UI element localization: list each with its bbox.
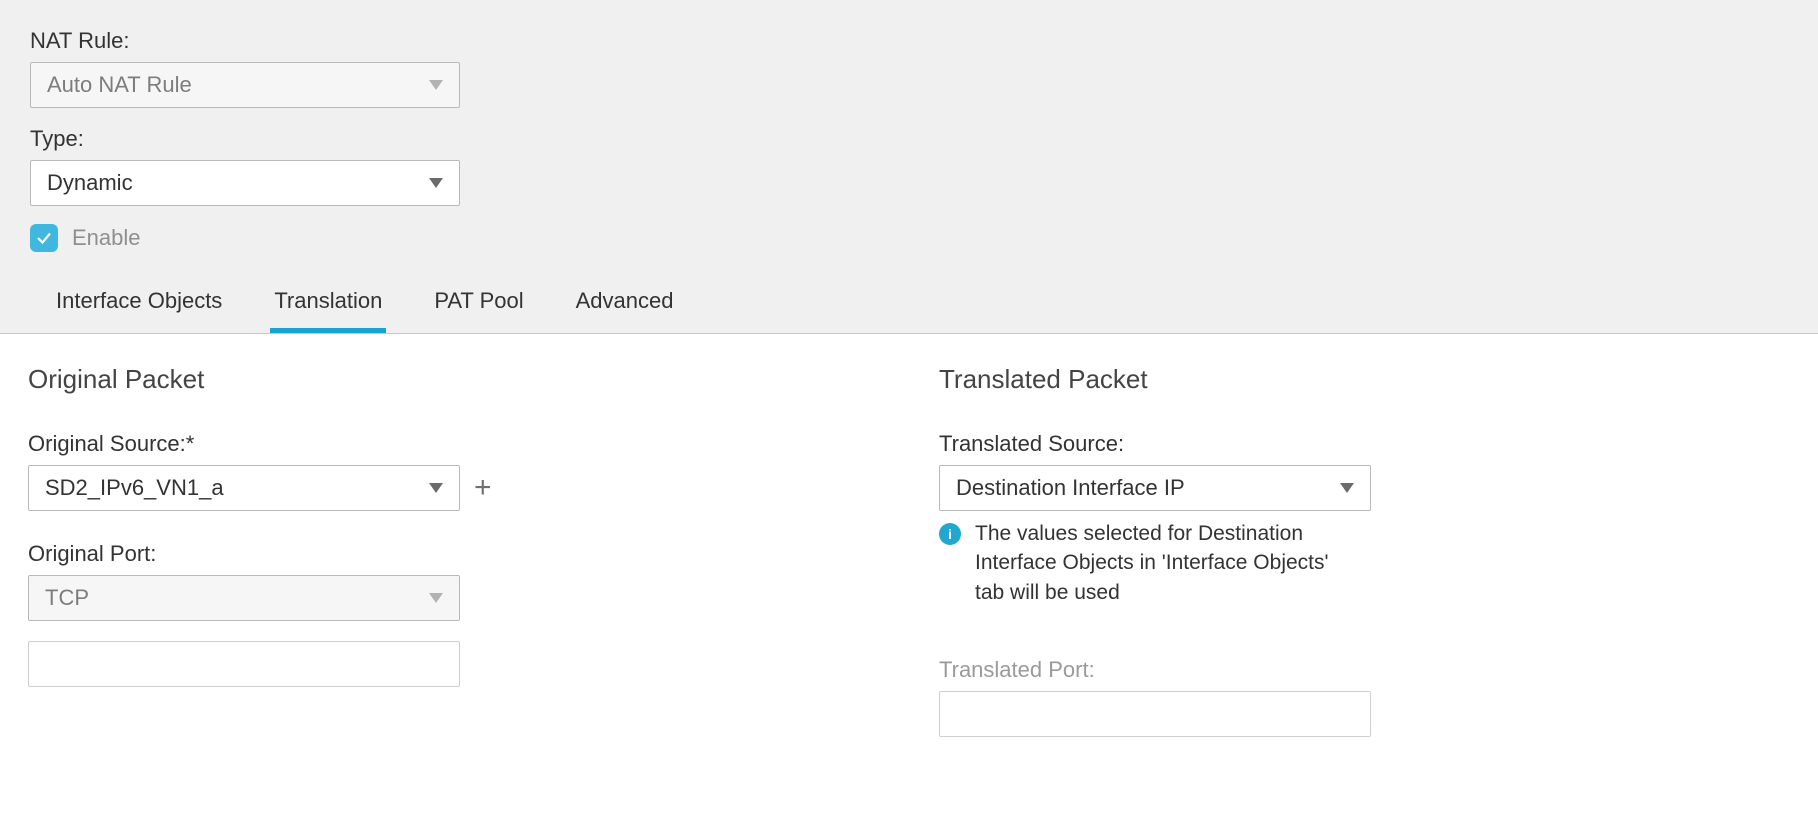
- enable-label: Enable: [72, 225, 141, 251]
- nat-rule-label: NAT Rule:: [30, 28, 1788, 54]
- type-value: Dynamic: [47, 170, 133, 196]
- nat-rule-value: Auto NAT Rule: [47, 72, 192, 98]
- original-port-label: Original Port:: [28, 541, 879, 567]
- tab-pat-pool[interactable]: PAT Pool: [430, 280, 527, 333]
- chevron-down-icon: [1340, 483, 1354, 493]
- original-port-input[interactable]: [28, 641, 460, 687]
- chevron-down-icon: [429, 178, 443, 188]
- original-port-protocol-select[interactable]: TCP: [28, 575, 460, 621]
- nat-rule-select[interactable]: Auto NAT Rule: [30, 62, 460, 108]
- original-source-label: Original Source:*: [28, 431, 879, 457]
- original-source-select[interactable]: SD2_IPv6_VN1_a: [28, 465, 460, 511]
- info-icon: i: [939, 523, 961, 545]
- tab-advanced[interactable]: Advanced: [572, 280, 678, 333]
- chevron-down-icon: [429, 593, 443, 603]
- translated-source-select[interactable]: Destination Interface IP: [939, 465, 1371, 511]
- translated-source-label: Translated Source:: [939, 431, 1790, 457]
- chevron-down-icon: [429, 80, 443, 90]
- chevron-down-icon: [429, 483, 443, 493]
- original-source-value: SD2_IPv6_VN1_a: [45, 475, 224, 501]
- translated-source-value: Destination Interface IP: [956, 475, 1185, 501]
- tab-bar: Interface Objects Translation PAT Pool A…: [30, 280, 1788, 333]
- original-port-value: TCP: [45, 585, 89, 611]
- translated-source-info: The values selected for Destination Inte…: [975, 519, 1355, 607]
- tab-translation[interactable]: Translation: [270, 280, 386, 333]
- enable-checkbox[interactable]: [30, 224, 58, 252]
- translated-port-input[interactable]: [939, 691, 1371, 737]
- translated-packet-title: Translated Packet: [939, 364, 1790, 395]
- translated-port-label: Translated Port:: [939, 657, 1790, 683]
- checkmark-icon: [35, 229, 53, 247]
- type-select[interactable]: Dynamic: [30, 160, 460, 206]
- tab-interface-objects[interactable]: Interface Objects: [52, 280, 226, 333]
- type-label: Type:: [30, 126, 1788, 152]
- original-packet-title: Original Packet: [28, 364, 879, 395]
- add-original-source-button[interactable]: +: [474, 473, 492, 503]
